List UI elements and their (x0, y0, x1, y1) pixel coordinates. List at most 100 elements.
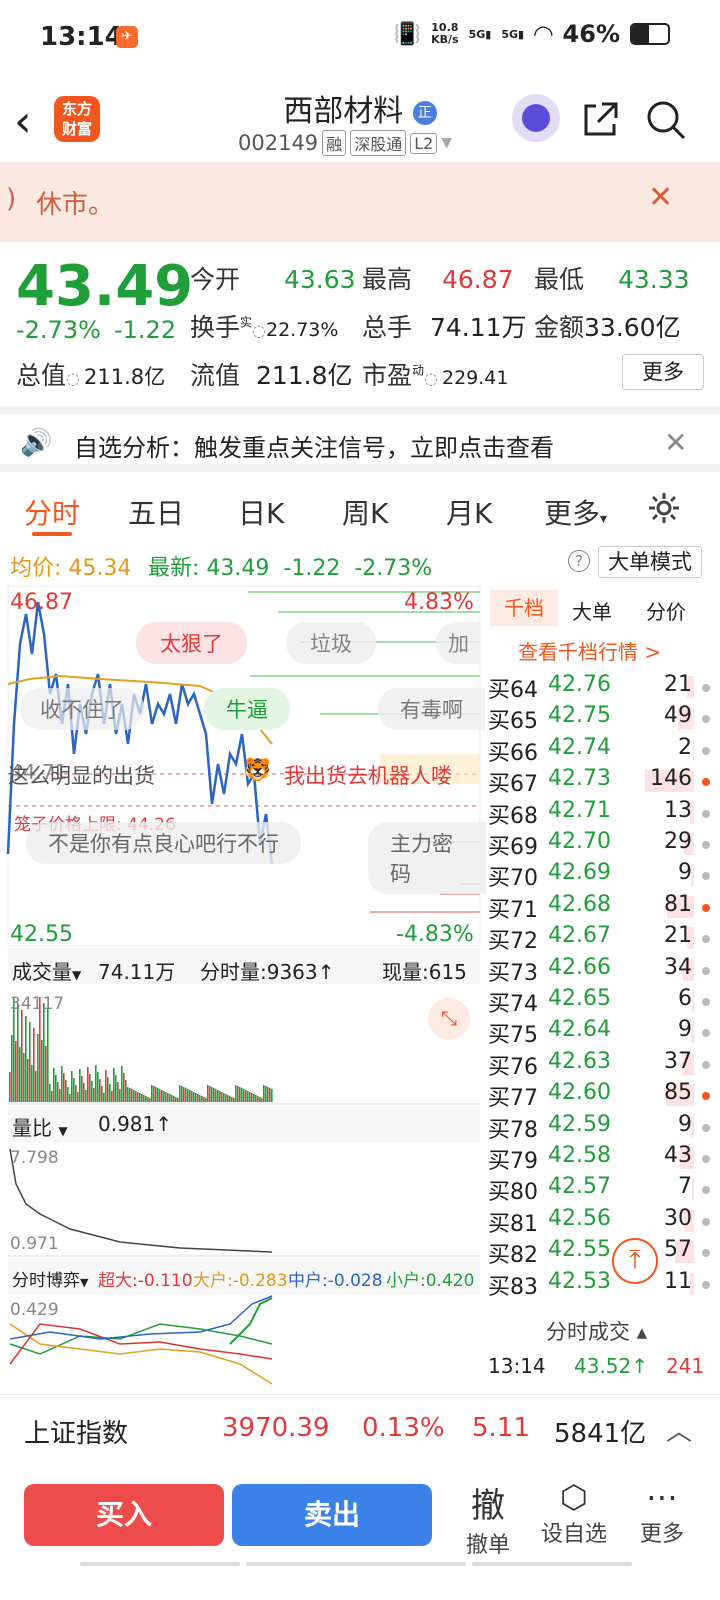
danmaku-bubble[interactable]: 牛逼 (204, 688, 290, 730)
order-book-row[interactable]: 买83 42.53 11 (488, 1269, 720, 1300)
danmaku-bubble[interactable]: 收不住了 (20, 688, 144, 730)
order-book-row[interactable]: 买65 42.75 49 (488, 703, 720, 734)
help-icon[interactable]: ? (568, 550, 590, 572)
order-book-row[interactable]: 买79 42.58 43 (488, 1143, 720, 1174)
order-book-row[interactable]: 买81 42.56 30 (488, 1206, 720, 1237)
order-book-row[interactable]: 买69 42.70 29 (488, 829, 720, 860)
danmaku-bubble[interactable]: 主力密码 (368, 822, 486, 894)
order-dot (702, 746, 710, 755)
volume-bar (255, 1095, 257, 1102)
danmaku-bubble[interactable]: 不是你有点良心吧行不行 (26, 822, 301, 864)
danmaku-bubble[interactable]: 有毒啊 (378, 688, 485, 730)
stock-code-line[interactable]: 002149 融 深股通 L2 ▼ (238, 130, 452, 156)
nav-handle (80, 1562, 240, 1566)
robot-assistant-icon[interactable] (512, 94, 560, 142)
tab-five-day[interactable]: 五日 (128, 492, 184, 532)
volume-bar (33, 1028, 35, 1102)
volume-bar (261, 1098, 263, 1102)
volume-bar (153, 1086, 155, 1102)
volume-bar (85, 1090, 87, 1102)
volume-ratio-selector[interactable]: 量比 ▼ (12, 1112, 68, 1141)
buy-button[interactable]: 买入 (24, 1484, 224, 1546)
close-icon[interactable]: ✕ (648, 180, 673, 215)
order-book-row[interactable]: 买75 42.64 9 (488, 1017, 720, 1048)
order-book-row[interactable]: 买80 42.57 7 (488, 1174, 720, 1205)
tab-daily-k[interactable]: 日K (238, 492, 284, 532)
order-book-row[interactable]: 买67 42.73 146 (488, 766, 720, 797)
ratio-max: 7.798 (10, 1148, 59, 1168)
volume-bar (137, 1092, 139, 1102)
search-icon[interactable] (644, 98, 688, 142)
volume-bar (53, 1068, 55, 1102)
order-book-row[interactable]: 买73 42.66 34 (488, 955, 720, 986)
order-book-row[interactable]: 买64 42.76 21 (488, 672, 720, 703)
cancel-order-button[interactable]: 撤 撤单 (448, 1478, 528, 1559)
index-bar[interactable]: 上证指数 3970.39 0.13% 5.11 5841亿 ︿ (0, 1394, 720, 1466)
volume-bar (267, 1087, 269, 1102)
order-book-row[interactable]: 买72 42.67 21 (488, 923, 720, 954)
big-order-mode-button[interactable]: 大单模式 (598, 546, 702, 578)
volume-bar (173, 1096, 175, 1102)
order-book-row[interactable]: 买77 42.60 85 (488, 1080, 720, 1111)
order-level: 买72 (488, 929, 538, 955)
more-actions-button[interactable]: ⋯ 更多 (622, 1478, 702, 1548)
sell-button[interactable]: 卖出 (232, 1484, 432, 1546)
order-book-row[interactable]: 买78 42.59 9 (488, 1112, 720, 1143)
expand-icon[interactable]: ⤡ (428, 998, 470, 1040)
notice-paren: ) (6, 184, 17, 214)
danmaku-bubble[interactable]: 垃圾 (286, 622, 376, 664)
trades-header[interactable]: 分时成交 ▴ (546, 1316, 647, 1346)
chevron-up-icon[interactable]: ︿ (666, 1411, 692, 1448)
volume-max: 34117 (10, 994, 65, 1014)
scroll-top-icon[interactable]: ⤒ (612, 1238, 658, 1284)
volume-selector[interactable]: 成交量▼ (12, 956, 81, 985)
volume-bar (93, 1088, 95, 1102)
volume-bar (265, 1086, 267, 1102)
order-dot (702, 1155, 710, 1163)
volume-bar (91, 1081, 93, 1102)
order-book-row[interactable]: 买76 42.63 37 (488, 1049, 720, 1080)
order-book-row[interactable]: 买71 42.68 81 (488, 892, 720, 923)
tab-intraday[interactable]: 分时 (24, 492, 80, 532)
order-dot (702, 1029, 710, 1038)
volume-bar (213, 1088, 215, 1102)
tab-depth[interactable]: 千档 (490, 590, 558, 626)
tab-big-order[interactable]: 大单 (572, 596, 612, 625)
order-book-list[interactable]: 买64 42.76 21 买65 42.75 49 买66 42.74 2 买67 42.73 146… (488, 672, 720, 1302)
tab-monthly-k[interactable]: 月K (446, 492, 492, 532)
share-icon[interactable] (578, 98, 622, 142)
order-book-row[interactable]: 买74 42.65 6 (488, 986, 720, 1017)
volume-bar (139, 1093, 141, 1102)
volume-bar (207, 1085, 209, 1102)
tab-weekly-k[interactable]: 周K (342, 492, 388, 532)
chart-tabs: 分时 五日 日K 周K 月K 更多▾ (0, 474, 720, 544)
danmaku-bubble[interactable]: 加 (436, 622, 481, 664)
volume-bar (63, 1073, 65, 1102)
more-quote-button[interactable]: 更多 (622, 354, 704, 390)
volume-bar (31, 1065, 33, 1102)
order-level: 买68 (488, 803, 538, 829)
settings-gear-icon[interactable] (646, 490, 682, 526)
order-book-row[interactable]: 买70 42.69 9 (488, 860, 720, 891)
volume-bar (691, 1178, 694, 1201)
order-price: 42.75 (548, 703, 611, 729)
game-selector[interactable]: 分时博弈▼ (12, 1266, 88, 1291)
volume-bar (191, 1091, 193, 1102)
notice-text: 休市。 (36, 190, 115, 220)
order-level: 买73 (488, 960, 538, 986)
close-icon[interactable]: ✕ (664, 426, 687, 459)
volume-bar (135, 1091, 137, 1102)
order-book-row[interactable]: 买66 42.74 2 (488, 735, 720, 766)
view-depth-link[interactable]: 查看千档行情 > (518, 636, 661, 665)
analysis-banner[interactable]: 🔊 自选分析：触发重点关注信号，立即点击查看 ✕ (0, 406, 720, 472)
danmaku-bubble[interactable]: 我出货去机器人喽 (284, 760, 452, 790)
tab-price-dist[interactable]: 分价 (646, 596, 686, 625)
order-book-row[interactable]: 买82 42.55 57 (488, 1237, 720, 1268)
tab-more[interactable]: 更多▾ (544, 492, 607, 532)
intraday-chart-area[interactable]: 46.87 4.83% 44.71 笼子价格上限: 44.26 42.55 -4… (0, 584, 486, 1394)
order-book-row[interactable]: 买68 42.71 13 (488, 798, 720, 829)
order-volume: 9 (678, 1111, 692, 1137)
danmaku-bubble[interactable]: 太狠了 (136, 622, 247, 664)
danmaku-bubble[interactable]: 这么明显的出货 (8, 760, 155, 790)
add-watchlist-button[interactable]: ⬡ 设自选 (534, 1478, 614, 1548)
